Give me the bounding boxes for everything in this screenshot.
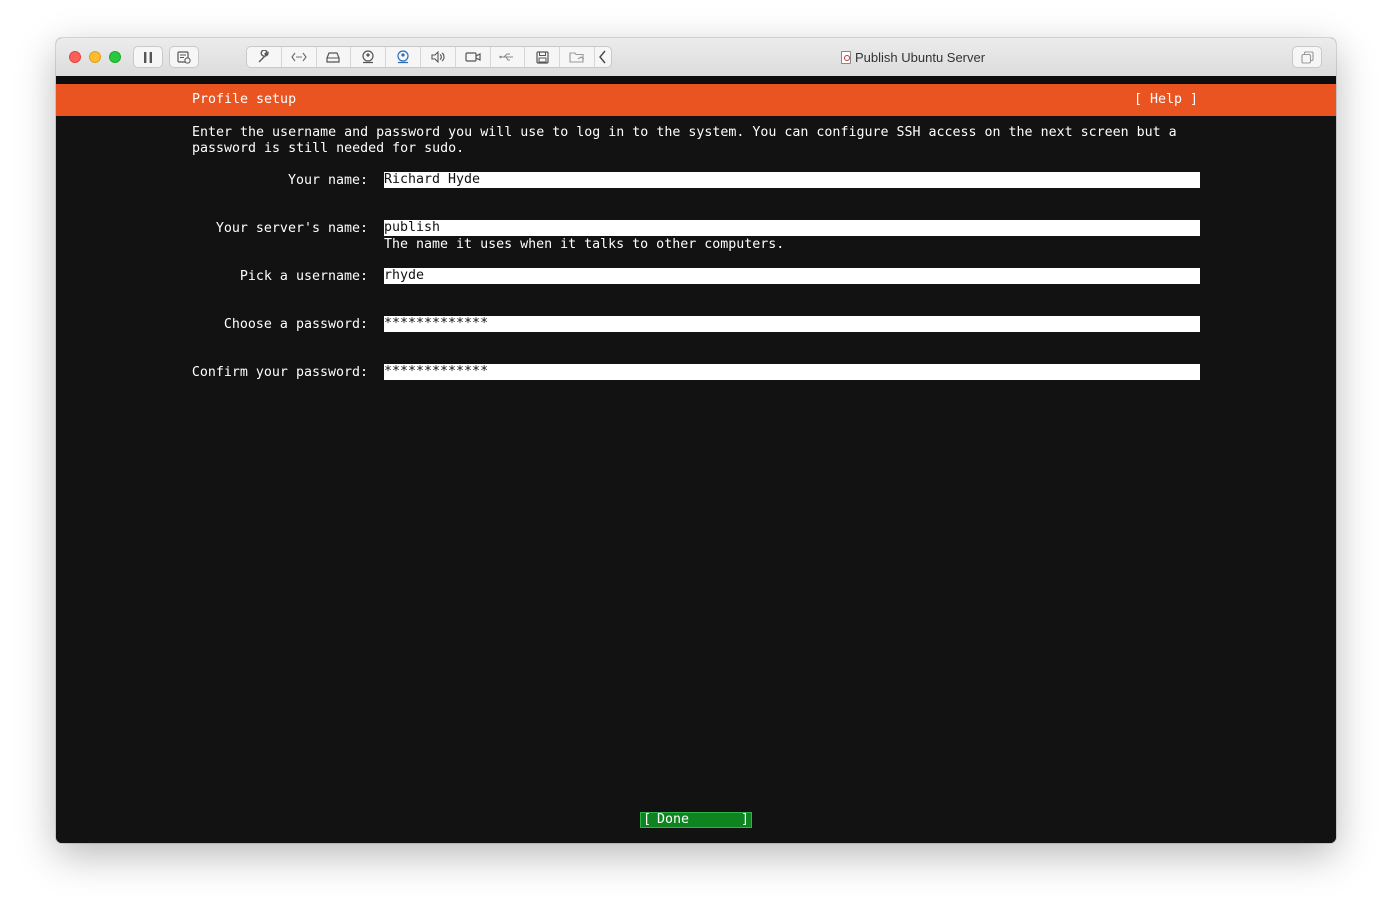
title-bar: Publish Ubuntu Server bbox=[56, 38, 1336, 77]
network-icon bbox=[396, 50, 410, 64]
vm-window: Publish Ubuntu Server Profile setup [ He… bbox=[56, 38, 1336, 843]
intro-text-2: password is still needed for sudo. bbox=[192, 141, 464, 157]
maximize-window-button[interactable] bbox=[109, 51, 121, 63]
wrench-icon bbox=[257, 50, 271, 64]
usb-icon bbox=[499, 52, 515, 62]
code-button[interactable] bbox=[282, 47, 317, 67]
done-right-bracket: ] bbox=[740, 812, 749, 827]
page-title: Profile setup bbox=[192, 92, 297, 107]
folder-icon bbox=[569, 51, 585, 63]
drive-icon bbox=[326, 51, 341, 63]
floppy-button[interactable] bbox=[525, 47, 561, 67]
name-field[interactable]: Richard Hyde bbox=[384, 172, 1200, 188]
done-left-bracket: [ bbox=[643, 812, 652, 827]
restore-icon bbox=[1300, 50, 1314, 64]
window-title-text: Publish Ubuntu Server bbox=[855, 49, 986, 65]
collapse-toolbar-button[interactable] bbox=[595, 47, 611, 67]
restore-button[interactable] bbox=[1292, 46, 1322, 68]
installer-header: Profile setup [ Help ] bbox=[56, 84, 1336, 116]
username-label: Pick a username: bbox=[239, 269, 368, 284]
close-window-button[interactable] bbox=[69, 51, 81, 63]
top-strip bbox=[56, 76, 1336, 84]
camera-button[interactable] bbox=[351, 47, 387, 67]
username-field[interactable]: rhyde bbox=[384, 268, 1200, 284]
floppy-icon bbox=[536, 50, 549, 64]
server-name-hint: The name it uses when it talks to other … bbox=[384, 237, 785, 252]
shared-folder-button[interactable] bbox=[560, 47, 595, 67]
server-name-label: Your server's name: bbox=[215, 221, 368, 236]
vm-document-icon bbox=[841, 50, 851, 64]
help-button[interactable]: [ Help ] bbox=[1134, 92, 1198, 108]
name-label: Your name: bbox=[287, 173, 368, 188]
sound-icon bbox=[431, 51, 445, 63]
pause-button[interactable] bbox=[133, 46, 163, 68]
confirm-password-field[interactable]: ************* bbox=[384, 364, 1200, 380]
password-label: Choose a password: bbox=[223, 317, 368, 332]
usb-button[interactable] bbox=[491, 47, 526, 67]
installer-screen: Profile setup [ Help ] Enter the usernam… bbox=[56, 76, 1336, 843]
done-label: Done bbox=[657, 812, 690, 827]
intro-line-1: Enter the username and password you will… bbox=[192, 125, 1177, 140]
video-button[interactable] bbox=[456, 47, 491, 67]
password-field[interactable]: ************* bbox=[384, 316, 1200, 332]
minimize-window-button[interactable] bbox=[89, 51, 101, 63]
video-icon bbox=[465, 51, 481, 63]
server-name-field[interactable]: publish bbox=[384, 220, 1200, 236]
pause-icon bbox=[143, 51, 153, 63]
code-icon bbox=[291, 52, 307, 62]
network-button[interactable] bbox=[386, 47, 421, 67]
chevron-left-icon bbox=[599, 50, 607, 64]
settings-button[interactable] bbox=[247, 47, 282, 67]
drive-button[interactable] bbox=[317, 47, 352, 67]
done-button[interactable]: [ Done ] bbox=[640, 812, 752, 828]
confirm-password-label: Confirm your password: bbox=[191, 365, 368, 380]
snapshot-button[interactable] bbox=[169, 46, 199, 68]
intro-text: Enter the username and password you will… bbox=[192, 125, 1177, 141]
snapshot-icon bbox=[177, 50, 191, 64]
intro-line-2: password is still needed for sudo. bbox=[192, 141, 465, 156]
window-title: Publish Ubuntu Server bbox=[841, 38, 985, 76]
sound-button[interactable] bbox=[421, 47, 456, 67]
device-toolbar bbox=[246, 46, 612, 68]
camera-icon bbox=[361, 50, 375, 64]
